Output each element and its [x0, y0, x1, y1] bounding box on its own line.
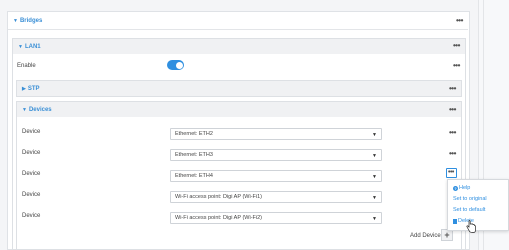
device-select-value: Ethernet: ETH3: [175, 152, 213, 158]
stp-header[interactable]: ▶ STP: [17, 81, 461, 96]
bridges-header[interactable]: ▼ Bridges: [8, 12, 468, 30]
device-more-icon[interactable]: •••: [449, 150, 456, 158]
devices-more-icon[interactable]: •••: [449, 106, 456, 114]
device-select[interactable]: Wi-Fi access point: Digi AP (Wi-Fi1) ▼: [170, 191, 382, 203]
app-stage: ▼ Bridges ••• ▼ LAN1 ••• Enable ••• ▶ ST…: [0, 0, 509, 250]
bridges-more-icon[interactable]: •••: [456, 17, 463, 25]
stp-more-icon[interactable]: •••: [449, 85, 456, 93]
device-more-icon[interactable]: •••: [449, 129, 456, 137]
device-label: Device: [22, 213, 41, 219]
trash-icon: [453, 218, 457, 224]
device-more-button-active[interactable]: •••: [446, 168, 457, 178]
device-select-value: Wi-Fi access point: Digi AP (Wi-Fi1): [175, 194, 262, 200]
menu-item-help[interactable]: ? Help: [453, 185, 470, 191]
device-select-value: Wi-Fi access point: Digi AP (Wi-Fi2): [175, 215, 262, 221]
dropdown-caret-icon: ▼: [372, 153, 377, 159]
device-select[interactable]: Ethernet: ETH4 ▼: [170, 170, 382, 182]
expand-arrow-icon: ▶: [22, 85, 26, 92]
enable-label: Enable: [17, 63, 36, 69]
dropdown-caret-icon: ▼: [372, 132, 377, 138]
device-label: Device: [22, 150, 41, 156]
device-select-value: Ethernet: ETH2: [175, 131, 213, 137]
help-icon: ?: [453, 185, 458, 191]
more-options-icon: •••: [448, 169, 454, 176]
collapse-arrow-icon: ▼: [13, 17, 18, 24]
hand-cursor-icon: [466, 220, 476, 233]
menu-item-set-to-original[interactable]: Set to original: [453, 196, 487, 202]
dropdown-caret-icon: ▼: [372, 216, 377, 222]
lan1-title: LAN1: [24, 43, 41, 50]
lan1-header[interactable]: ▼ LAN1: [13, 39, 465, 54]
collapse-arrow-icon: ▼: [22, 106, 27, 113]
enable-more-icon[interactable]: •••: [453, 62, 460, 70]
device-select[interactable]: Wi-Fi access point: Digi AP (Wi-Fi2) ▼: [170, 212, 382, 224]
device-label: Device: [22, 192, 41, 198]
device-select[interactable]: Ethernet: ETH3 ▼: [170, 149, 382, 161]
collapse-arrow-icon: ▼: [18, 43, 23, 50]
device-label: Device: [22, 171, 41, 177]
devices-header[interactable]: ▼ Devices: [17, 102, 461, 117]
lan1-more-icon[interactable]: •••: [453, 42, 460, 50]
device-label: Device: [22, 129, 41, 135]
context-menu: ? Help Set to original Set to default De…: [447, 179, 509, 231]
dropdown-caret-icon: ▼: [372, 195, 377, 201]
menu-item-help-label: Help: [459, 185, 471, 191]
devices-title: Devices: [28, 106, 52, 113]
menu-item-set-to-default[interactable]: Set to default: [453, 207, 485, 213]
toggle-knob: [175, 61, 183, 69]
device-select-value: Ethernet: ETH4: [175, 173, 213, 179]
enable-toggle[interactable]: [167, 60, 184, 70]
add-device-label: Add Device: [410, 233, 441, 239]
bridges-title: Bridges: [19, 17, 43, 24]
dropdown-caret-icon: ▼: [372, 174, 377, 180]
device-select[interactable]: Ethernet: ETH2 ▼: [170, 128, 382, 140]
stp-title: STP: [27, 85, 40, 92]
